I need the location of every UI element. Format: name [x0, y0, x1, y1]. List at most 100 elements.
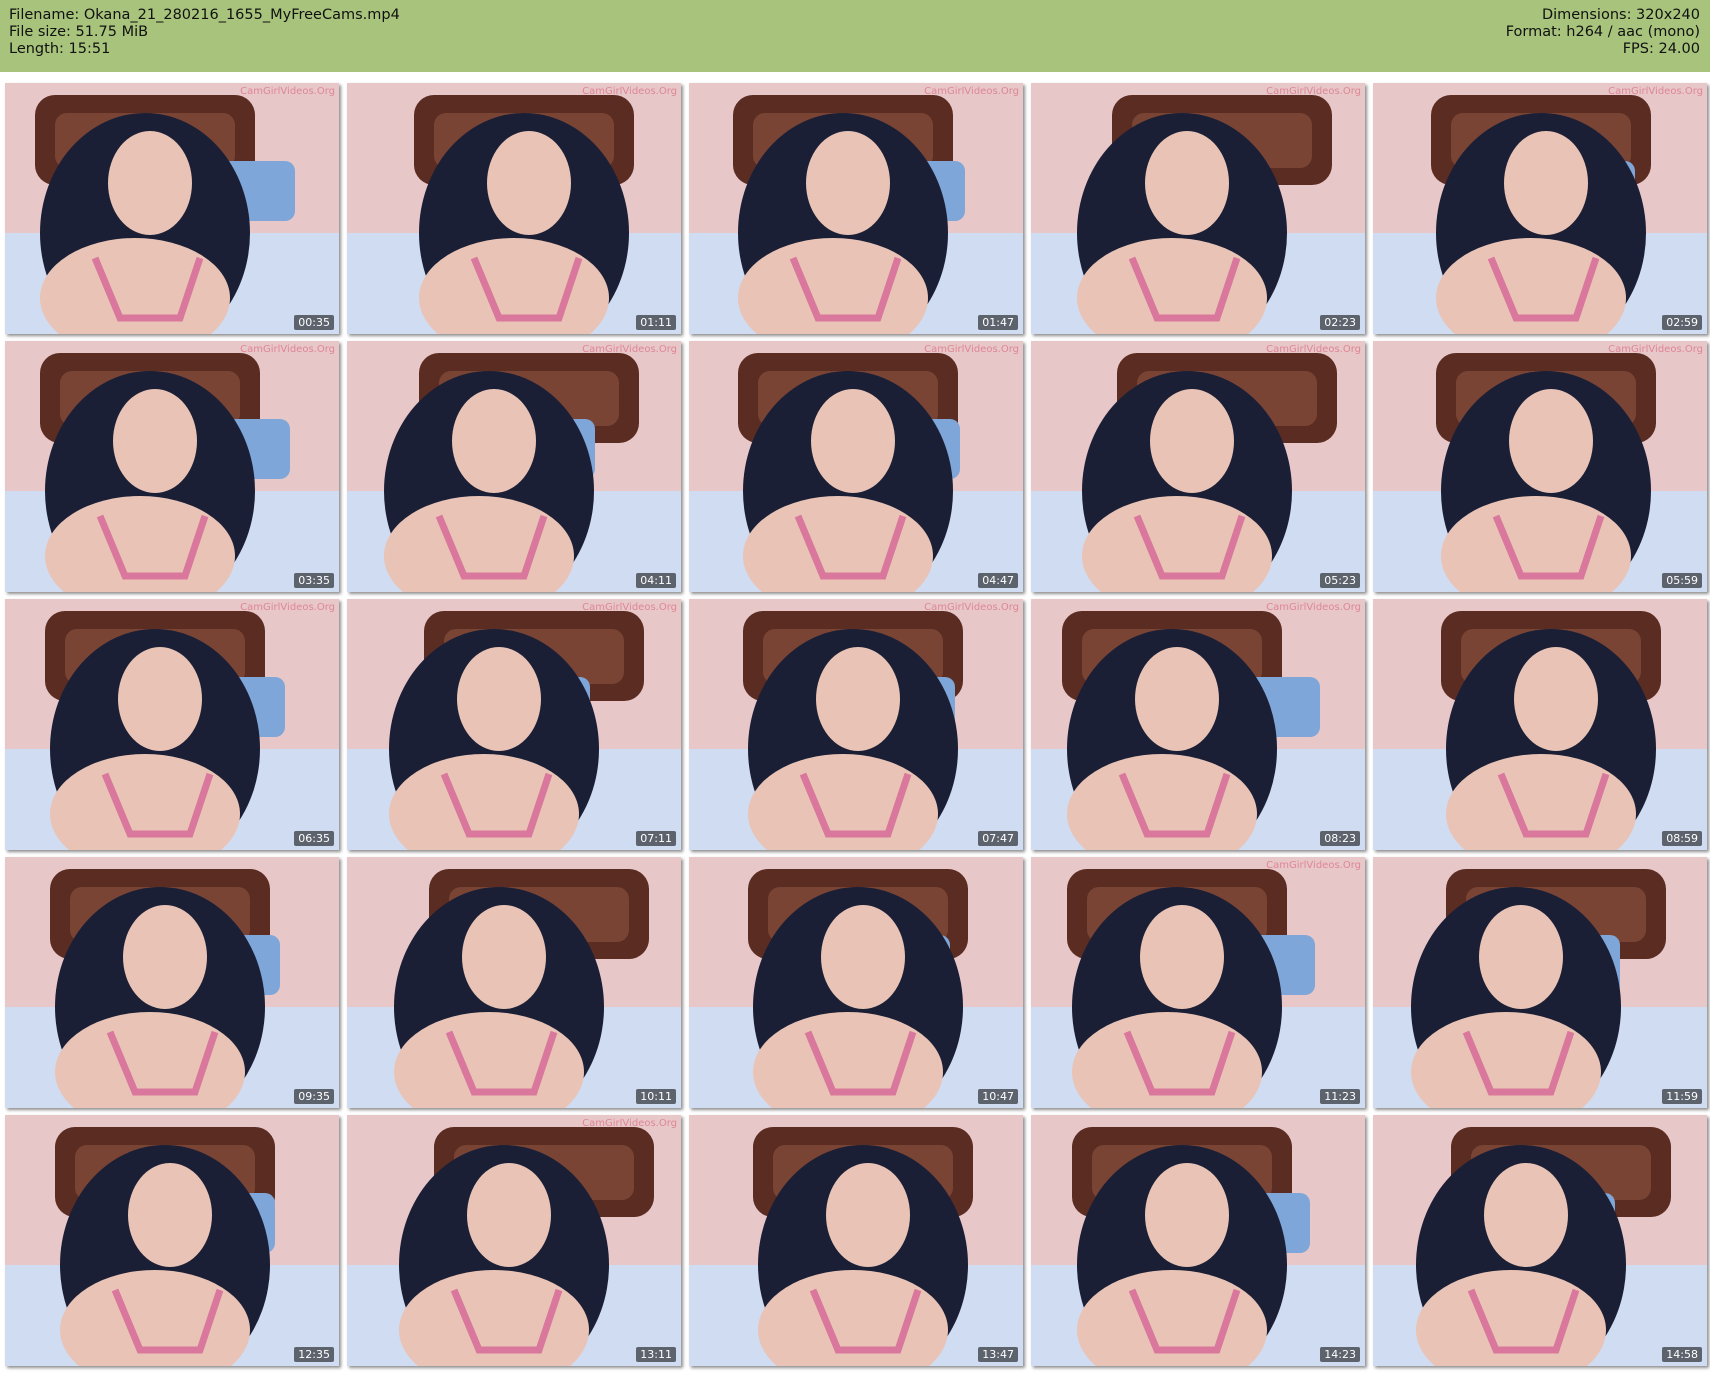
- video-info: Dimensions: 320x240 Format: h264 / aac (…: [1506, 7, 1700, 58]
- frame-image: [347, 599, 681, 850]
- video-thumbnail: CamGirlVideos.Org 07:47: [689, 599, 1023, 850]
- timestamp-label: 12:35: [294, 1347, 334, 1362]
- frame-image: [347, 857, 681, 1108]
- watermark-text: CamGirlVideos.Org: [582, 1118, 677, 1129]
- timestamp-label: 13:47: [978, 1347, 1018, 1362]
- frame-image: [1031, 341, 1365, 592]
- frame-image: [1373, 341, 1707, 592]
- info-header: Filename: Okana_21_280216_1655_MyFreeCam…: [0, 0, 1710, 72]
- watermark-text: CamGirlVideos.Org: [582, 602, 677, 613]
- watermark-text: CamGirlVideos.Org: [240, 344, 335, 355]
- watermark-text: CamGirlVideos.Org: [924, 602, 1019, 613]
- video-thumbnail: CamGirlVideos.Org 02:59: [1373, 83, 1707, 334]
- timestamp-label: 03:35: [294, 573, 334, 588]
- timestamp-label: 05:59: [1662, 573, 1702, 588]
- frame-image: [5, 341, 339, 592]
- length-text: Length: 15:51: [9, 41, 111, 57]
- file-info: Filename: Okana_21_280216_1655_MyFreeCam…: [9, 7, 400, 58]
- timestamp-label: 01:47: [978, 315, 1018, 330]
- frame-image: [5, 83, 339, 334]
- video-thumbnail: 08:59: [1373, 599, 1707, 850]
- video-thumbnail: 10:47: [689, 857, 1023, 1108]
- timestamp-label: 14:58: [1662, 1347, 1702, 1362]
- video-thumbnail: CamGirlVideos.Org 04:47: [689, 341, 1023, 592]
- frame-image: [347, 341, 681, 592]
- watermark-text: CamGirlVideos.Org: [1608, 86, 1703, 97]
- video-thumbnail: CamGirlVideos.Org 03:35: [5, 341, 339, 592]
- watermark-text: CamGirlVideos.Org: [1608, 344, 1703, 355]
- dimensions-text: Dimensions: 320x240: [1541, 7, 1700, 23]
- video-thumbnail: CamGirlVideos.Org 08:23: [1031, 599, 1365, 850]
- watermark-text: CamGirlVideos.Org: [582, 86, 677, 97]
- watermark-text: CamGirlVideos.Org: [582, 344, 677, 355]
- timestamp-label: 00:35: [294, 315, 334, 330]
- video-thumbnail: CamGirlVideos.Org 04:11: [347, 341, 681, 592]
- timestamp-label: 09:35: [294, 1089, 334, 1104]
- watermark-text: CamGirlVideos.Org: [240, 602, 335, 613]
- watermark-text: CamGirlVideos.Org: [240, 86, 335, 97]
- thumbnail-grid: CamGirlVideos.Org 00:35 CamGirlVideos.Org 0…: [0, 80, 1710, 1373]
- watermark-text: CamGirlVideos.Org: [1266, 344, 1361, 355]
- video-thumbnail: CamGirlVideos.Org 00:35: [5, 83, 339, 334]
- frame-image: [1373, 1115, 1707, 1366]
- watermark-text: CamGirlVideos.Org: [924, 86, 1019, 97]
- video-thumbnail: 12:35: [5, 1115, 339, 1366]
- timestamp-label: 01:11: [636, 315, 676, 330]
- video-thumbnail: CamGirlVideos.Org 07:11: [347, 599, 681, 850]
- video-thumbnail: 10:11: [347, 857, 681, 1108]
- timestamp-label: 02:59: [1662, 315, 1702, 330]
- video-thumbnail: 14:58: [1373, 1115, 1707, 1366]
- frame-image: [689, 341, 1023, 592]
- video-thumbnail: CamGirlVideos.Org 06:35: [5, 599, 339, 850]
- video-thumbnail: CamGirlVideos.Org 13:11: [347, 1115, 681, 1366]
- frame-image: [5, 1115, 339, 1366]
- frame-image: [1031, 1115, 1365, 1366]
- timestamp-label: 08:23: [1320, 831, 1360, 846]
- frame-image: [5, 857, 339, 1108]
- watermark-text: CamGirlVideos.Org: [1266, 86, 1361, 97]
- format-text: Format: h264 / aac (mono): [1505, 24, 1700, 40]
- frame-image: [689, 1115, 1023, 1366]
- frame-image: [5, 599, 339, 850]
- video-thumbnail: CamGirlVideos.Org 11:23: [1031, 857, 1365, 1108]
- file-size-text: File size: 51.75 MiB: [9, 24, 149, 40]
- frame-image: [1031, 83, 1365, 334]
- video-thumbnail: CamGirlVideos.Org 05:23: [1031, 341, 1365, 592]
- video-thumbnail: 14:23: [1031, 1115, 1365, 1366]
- timestamp-label: 07:47: [978, 831, 1018, 846]
- video-thumbnail: CamGirlVideos.Org 05:59: [1373, 341, 1707, 592]
- frame-image: [689, 857, 1023, 1108]
- timestamp-label: 04:11: [636, 573, 676, 588]
- video-thumbnail: CamGirlVideos.Org 01:11: [347, 83, 681, 334]
- timestamp-label: 04:47: [978, 573, 1018, 588]
- timestamp-label: 02:23: [1320, 315, 1360, 330]
- timestamp-label: 08:59: [1662, 831, 1702, 846]
- timestamp-label: 13:11: [636, 1347, 676, 1362]
- watermark-text: CamGirlVideos.Org: [924, 344, 1019, 355]
- timestamp-label: 10:11: [636, 1089, 676, 1104]
- timestamp-label: 10:47: [978, 1089, 1018, 1104]
- filename-text: Filename: Okana_21_280216_1655_MyFreeCam…: [9, 7, 400, 23]
- timestamp-label: 11:59: [1662, 1089, 1702, 1104]
- watermark-text: CamGirlVideos.Org: [1266, 860, 1361, 871]
- timestamp-label: 05:23: [1320, 573, 1360, 588]
- timestamp-label: 11:23: [1320, 1089, 1360, 1104]
- frame-image: [1373, 599, 1707, 850]
- video-thumbnail: 11:59: [1373, 857, 1707, 1108]
- frame-image: [1373, 857, 1707, 1108]
- video-thumbnail: CamGirlVideos.Org 02:23: [1031, 83, 1365, 334]
- fps-text: FPS: 24.00: [1622, 41, 1700, 57]
- frame-image: [1373, 83, 1707, 334]
- video-thumbnail: CamGirlVideos.Org 01:47: [689, 83, 1023, 334]
- frame-image: [689, 599, 1023, 850]
- video-thumbnail: 13:47: [689, 1115, 1023, 1366]
- timestamp-label: 14:23: [1320, 1347, 1360, 1362]
- frame-image: [1031, 599, 1365, 850]
- video-thumbnail: 09:35: [5, 857, 339, 1108]
- watermark-text: CamGirlVideos.Org: [1266, 602, 1361, 613]
- frame-image: [689, 83, 1023, 334]
- timestamp-label: 07:11: [636, 831, 676, 846]
- frame-image: [347, 83, 681, 334]
- timestamp-label: 06:35: [294, 831, 334, 846]
- frame-image: [347, 1115, 681, 1366]
